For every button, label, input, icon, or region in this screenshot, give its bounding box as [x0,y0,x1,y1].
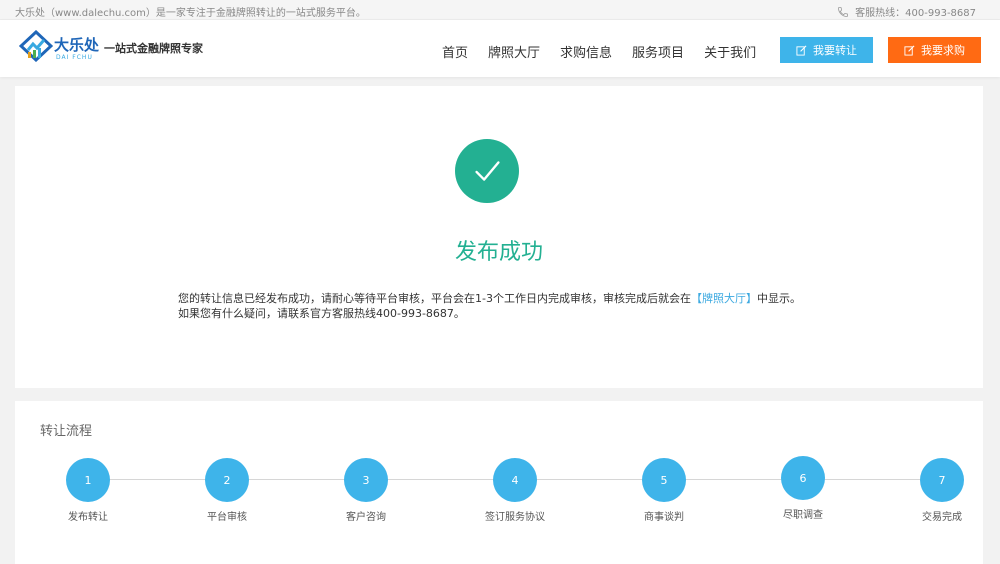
step-label: 商事谈判 [644,512,684,523]
step-number: 1 [66,458,110,502]
process-step-4: 4 签订服务协议 [445,458,585,548]
nav-services[interactable]: 服务项目 [632,42,684,61]
slogan: 一站式金融牌照专家 [104,42,203,55]
step-label: 签订服务协议 [485,512,545,523]
success-check-icon [455,139,519,203]
dalechu-logo-icon[interactable] [19,30,53,62]
process-step-1: 1 发布转让 [18,458,158,548]
step-label: 客户咨询 [346,512,386,523]
transfer-button-label: 我要转让 [813,44,857,57]
transfer-button[interactable]: 我要转让 [780,37,873,63]
purchase-button[interactable]: 我要求购 [888,37,981,63]
message-text: 您的转让信息已经发布成功，请耐心等待平台审核，平台会在1-3个工作日内完成审核，… [178,292,691,305]
transfer-process-card: 转让流程 1 发布转让 2 平台审核 3 客户咨询 4 签订服务协议 5 商事谈… [15,401,983,564]
step-label: 平台审核 [207,512,247,523]
edit-icon [904,45,915,56]
main-nav: 首页 牌照大厅 求购信息 服务项目 关于我们 [442,42,776,61]
step-label: 发布转让 [68,512,108,523]
nav-license-hall[interactable]: 牌照大厅 [488,42,540,61]
process-step-7: 7 交易完成 [872,458,1000,548]
step-label: 交易完成 [922,512,962,523]
success-card: 发布成功 您的转让信息已经发布成功，请耐心等待平台审核，平台会在1-3个工作日内… [15,86,983,388]
step-number: 7 [920,458,964,502]
site-header: 大乐处 DAI FCHU 一站式金融牌照专家 首页 牌照大厅 求购信息 服务项目… [0,20,1000,77]
step-number: 3 [344,458,388,502]
nav-home[interactable]: 首页 [442,42,468,61]
purchase-button-label: 我要求购 [921,44,965,57]
hotline-text: 客服热线：400-993-8687 [855,8,976,19]
process-step-6: 6 尽职调查 [733,456,873,546]
success-title: 发布成功 [454,240,543,265]
step-number: 6 [781,456,825,500]
phone-icon [838,6,849,17]
process-step-2: 2 平台审核 [157,458,297,548]
license-hall-link[interactable]: 【牌照大厅】 [691,292,757,305]
brand-subtitle: DAI FCHU [56,54,93,61]
top-info-bar: 大乐处（www.dalechu.com）是一家专注于金融牌照转让的一站式服务平台… [0,0,1000,20]
step-number: 2 [205,458,249,502]
process-title: 转让流程 [40,424,93,439]
step-number: 5 [642,458,686,502]
success-message-line2: 如果您有什么疑问，请联系官方客服热线400-993-8687。 [178,307,465,320]
process-step-5: 5 商事谈判 [594,458,734,548]
site-intro-text: 大乐处（www.dalechu.com）是一家专注于金融牌照转让的一站式服务平台… [15,8,366,19]
message-text: 中显示。 [756,292,801,305]
step-number: 4 [493,458,537,502]
process-step-3: 3 客户咨询 [296,458,436,548]
step-label: 尽职调查 [783,510,823,521]
success-message-line1: 您的转让信息已经发布成功，请耐心等待平台审核，平台会在1-3个工作日内完成审核，… [178,290,801,306]
brand-name[interactable]: 大乐处 [54,34,99,55]
edit-icon [796,45,807,56]
nav-purchase-info[interactable]: 求购信息 [560,42,612,61]
nav-about-us[interactable]: 关于我们 [704,42,756,61]
hotline: 客服热线：400-993-8687 [837,4,976,19]
